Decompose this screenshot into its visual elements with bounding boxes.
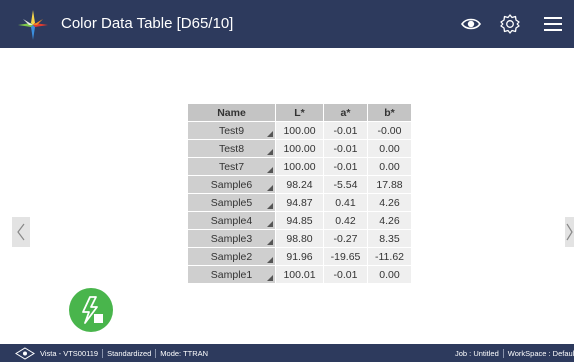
corner-triangle-icon: [267, 239, 273, 245]
device-name: Vista - VTS00119: [40, 349, 104, 358]
table-row[interactable]: Sample5 94.87 0.41 4.26: [187, 193, 412, 212]
sample-name-cell[interactable]: Test7: [187, 157, 276, 176]
sample-name: Test8: [218, 142, 245, 155]
sample-name-cell[interactable]: Sample1: [187, 265, 276, 284]
column-header-b[interactable]: b*: [367, 103, 412, 122]
a-value: -0.01: [323, 157, 368, 176]
measure-flash-icon: [82, 296, 103, 324]
corner-triangle-icon: [267, 185, 273, 191]
column-header-name[interactable]: Name: [187, 103, 276, 122]
corner-triangle-icon: [267, 257, 273, 263]
b-value: 0.00: [367, 157, 412, 176]
sample-name: Sample4: [210, 214, 253, 227]
l-value: 98.80: [275, 229, 324, 248]
b-value: 17.88: [367, 175, 412, 194]
b-value: 0.00: [367, 265, 412, 284]
next-page-button[interactable]: [565, 217, 574, 247]
job-name[interactable]: Job : Untitled: [451, 349, 504, 358]
sample-name-cell[interactable]: Sample3: [187, 229, 276, 248]
corner-triangle-icon: [267, 167, 273, 173]
sample-name-cell[interactable]: Sample5: [187, 193, 276, 212]
visibility-icon: [461, 18, 481, 30]
status-bar: Vista - VTS00119 Standardized Mode: TTRA…: [0, 344, 574, 362]
column-header-l[interactable]: L*: [275, 103, 324, 122]
b-value: 4.26: [367, 211, 412, 230]
previous-page-button[interactable]: [12, 217, 30, 247]
b-value: 8.35: [367, 229, 412, 248]
column-header-a[interactable]: a*: [323, 103, 368, 122]
workspace-name[interactable]: WorkSpace : Default: [504, 349, 574, 358]
sample-name-cell[interactable]: Test8: [187, 139, 276, 158]
page-title: Color Data Table [D65/10]: [61, 15, 234, 32]
sample-name: Sample6: [210, 178, 253, 191]
b-value: -0.00: [367, 121, 412, 140]
color-data-table: Name L* a* b* Test9 100.00 -0.01 -0.00 T…: [187, 103, 412, 284]
a-value: -19.65: [323, 247, 368, 266]
sample-name-cell[interactable]: Test9: [187, 121, 276, 140]
l-value: 100.00: [275, 139, 324, 158]
table-row[interactable]: Test8 100.00 -0.01 0.00: [187, 139, 412, 158]
l-value: 94.85: [275, 211, 324, 230]
chevron-right-icon: [566, 223, 573, 241]
settings-icon: [500, 14, 520, 34]
chevron-left-icon: [17, 223, 25, 241]
job-status: Job : Untitled WorkSpace : Default: [451, 349, 574, 358]
l-value: 91.96: [275, 247, 324, 266]
corner-triangle-icon: [267, 203, 273, 209]
a-value: 0.41: [323, 193, 368, 212]
settings-button[interactable]: [499, 13, 521, 35]
l-value: 100.00: [275, 121, 324, 140]
sample-name-cell[interactable]: Sample6: [187, 175, 276, 194]
a-value: -0.27: [323, 229, 368, 248]
table-row[interactable]: Sample3 98.80 -0.27 8.35: [187, 229, 412, 248]
sample-name: Sample1: [210, 268, 253, 281]
a-value: 0.42: [323, 211, 368, 230]
app-logo-icon: [18, 10, 48, 40]
b-value: -11.62: [367, 247, 412, 266]
sample-name: Sample3: [210, 232, 253, 245]
sample-name: Sample5: [210, 196, 253, 209]
menu-button[interactable]: [542, 13, 564, 35]
table-row[interactable]: Sample6 98.24 -5.54 17.88: [187, 175, 412, 194]
table-row[interactable]: Test7 100.00 -0.01 0.00: [187, 157, 412, 176]
app-header: Color Data Table [D65/10]: [0, 0, 574, 48]
l-value: 94.87: [275, 193, 324, 212]
measurement-mode: Mode: TTRAN: [160, 349, 209, 358]
b-value: 4.26: [367, 193, 412, 212]
sample-name-cell[interactable]: Sample4: [187, 211, 276, 230]
corner-triangle-icon: [267, 275, 273, 281]
a-value: -0.01: [323, 121, 368, 140]
table-row[interactable]: Sample1 100.01 -0.01 0.00: [187, 265, 412, 284]
l-value: 100.00: [275, 157, 324, 176]
device-status: Vista - VTS00119 Standardized Mode: TTRA…: [40, 349, 212, 358]
a-value: -0.01: [323, 139, 368, 158]
l-value: 100.01: [275, 265, 324, 284]
sample-name: Test7: [218, 160, 245, 173]
table-row[interactable]: Test9 100.00 -0.01 -0.00: [187, 121, 412, 140]
sample-name: Test9: [218, 124, 245, 137]
instrument-icon: [15, 347, 35, 360]
b-value: 0.00: [367, 139, 412, 158]
a-value: -5.54: [323, 175, 368, 194]
visibility-button[interactable]: [460, 13, 482, 35]
corner-triangle-icon: [267, 131, 273, 137]
sample-name: Sample2: [210, 250, 253, 263]
standardization-state: Standardized: [103, 349, 157, 358]
menu-icon: [544, 17, 562, 31]
table-row[interactable]: Sample2 91.96 -19.65 -11.62: [187, 247, 412, 266]
main-content: Name L* a* b* Test9 100.00 -0.01 -0.00 T…: [0, 48, 574, 344]
table-header-row: Name L* a* b*: [187, 103, 412, 122]
table-row[interactable]: Sample4 94.85 0.42 4.26: [187, 211, 412, 230]
corner-triangle-icon: [267, 221, 273, 227]
corner-triangle-icon: [267, 149, 273, 155]
l-value: 98.24: [275, 175, 324, 194]
measure-action-button[interactable]: [69, 288, 113, 332]
a-value: -0.01: [323, 265, 368, 284]
sample-name-cell[interactable]: Sample2: [187, 247, 276, 266]
